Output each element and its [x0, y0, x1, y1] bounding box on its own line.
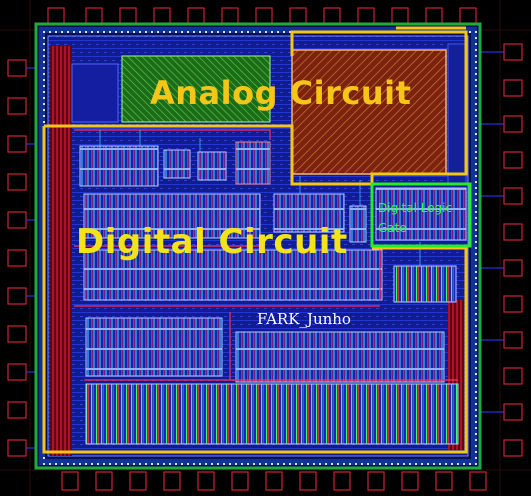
cell-block-a [79, 145, 159, 187]
cell-block-h [83, 249, 383, 301]
left-power-bus [50, 46, 72, 456]
cell-block-c [197, 151, 227, 181]
cell-block-g [349, 205, 367, 243]
analog-output-bus [447, 43, 467, 185]
capacitor-array [291, 49, 447, 175]
logic-gate-cells [375, 187, 467, 241]
cell-block-k [235, 331, 445, 383]
chip-layout-canvas [0, 0, 531, 496]
cell-block-d [235, 141, 271, 185]
cell-block-j [85, 317, 223, 377]
cell-block-l [85, 383, 459, 445]
cell-block-b [163, 149, 191, 179]
resistor-array [121, 55, 271, 123]
cell-block-i [393, 265, 457, 303]
analog-bias-block [71, 63, 119, 123]
cell-block-e [83, 193, 261, 239]
cell-block-f [273, 193, 345, 233]
